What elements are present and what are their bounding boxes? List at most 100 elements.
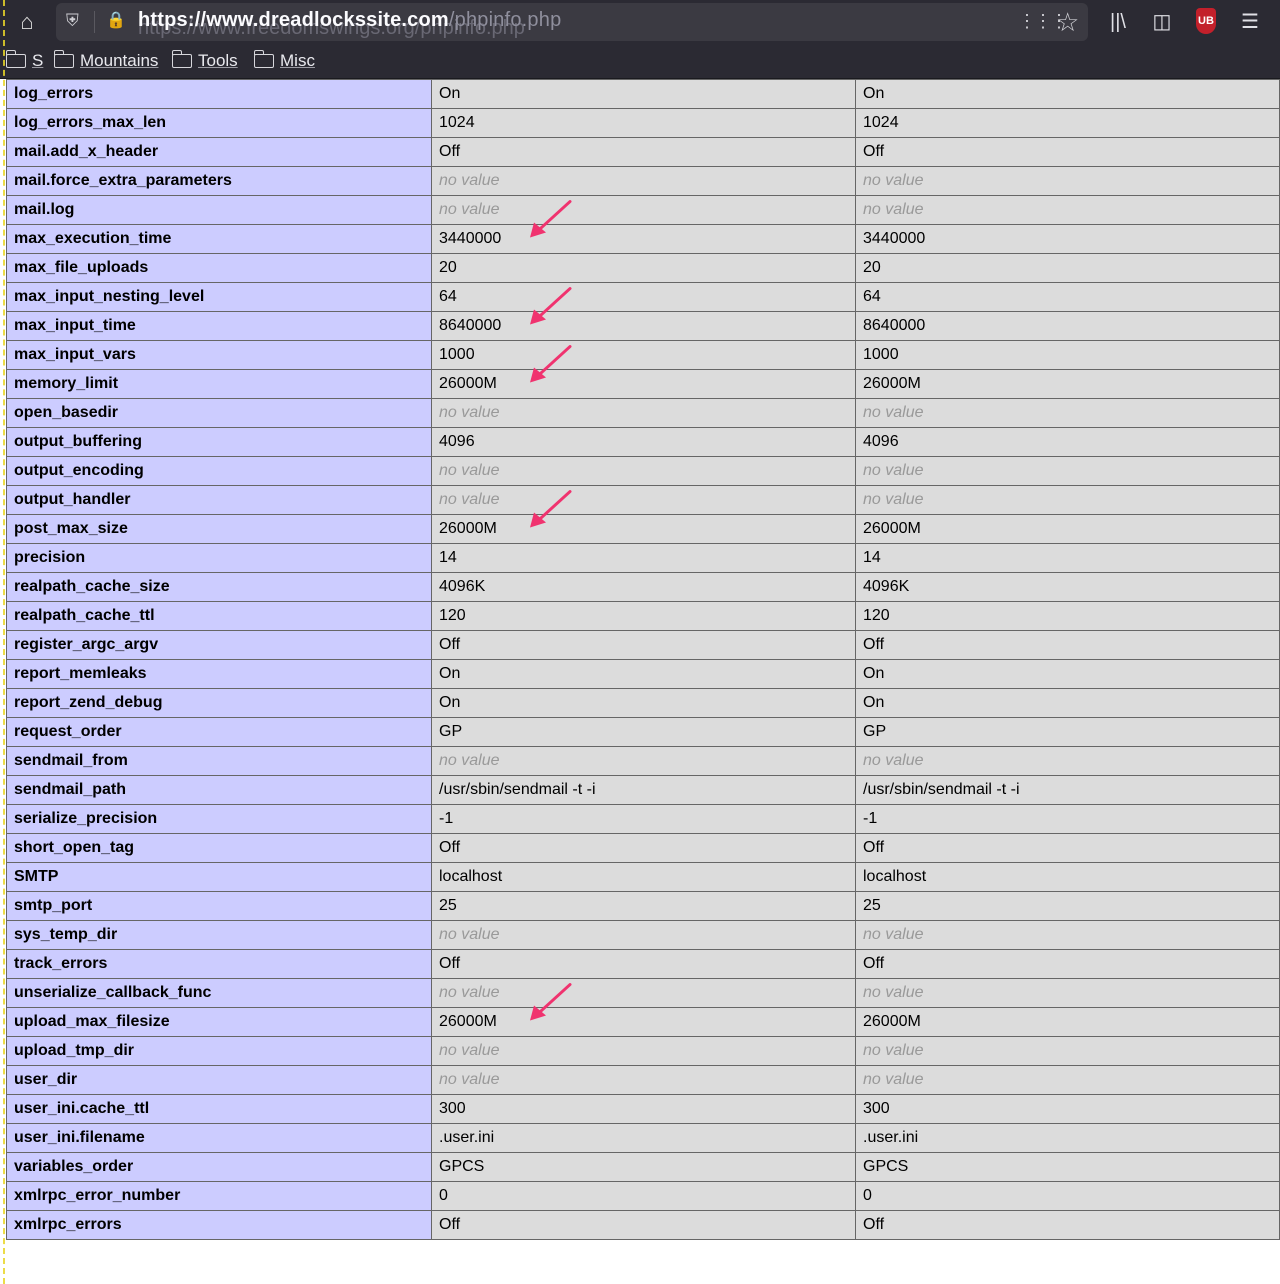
table-row: unserialize_callback_func no value no valu…: [6, 978, 1280, 1008]
master-value: localhost: [855, 862, 1280, 892]
url-text[interactable]: https://www.dreadlockssite.com/phpinfo.p…: [138, 9, 561, 32]
table-row: realpath_cache_size 4096K 4096K: [6, 572, 1280, 602]
table-row: upload_tmp_dir no value no value: [6, 1036, 1280, 1066]
bookmark-label: Tools: [198, 51, 238, 70]
directive-name: request_order: [6, 717, 432, 747]
table-row: output_encoding no value no value: [6, 456, 1280, 486]
bookmark-item[interactable]: S: [5, 50, 44, 72]
table-row: SMTP localhost localhost: [6, 862, 1280, 892]
local-value: 20: [431, 253, 856, 283]
library-icon[interactable]: ||\: [1104, 8, 1132, 36]
master-value: no value: [855, 195, 1280, 225]
url-host: https://www.dreadlockssite.com: [138, 9, 449, 31]
local-value: 0: [431, 1181, 856, 1211]
shield-icon[interactable]: ⛨: [66, 11, 84, 31]
folder-icon: [253, 50, 274, 68]
extension-icon[interactable]: UB: [1196, 8, 1216, 34]
directive-name: SMTP: [6, 862, 432, 892]
master-value: Off: [855, 137, 1280, 167]
sidebar-icon[interactable]: ◫: [1148, 8, 1176, 36]
table-row: request_order GP GP: [6, 717, 1280, 747]
directive-name: report_zend_debug: [6, 688, 432, 718]
directive-name: max_file_uploads: [6, 253, 432, 283]
bookmark-folder-misc[interactable]: Misc: [253, 50, 315, 72]
table-row: sys_temp_dir no value no value: [6, 920, 1280, 950]
master-value: Off: [855, 1210, 1280, 1240]
selection-guide: [3, 0, 5, 1284]
master-value: 26000M: [855, 1007, 1280, 1037]
address-bar[interactable]: ⛨ 🔒 https://www.freedomswings.org/phpinf…: [56, 3, 1088, 41]
master-value: no value: [855, 746, 1280, 776]
home-icon[interactable]: ⌂: [12, 8, 42, 36]
table-row: precision 14 14: [6, 543, 1280, 573]
local-value: Off: [431, 949, 856, 979]
directive-name: sys_temp_dir: [6, 920, 432, 950]
table-row: max_input_nesting_level 64 64: [6, 282, 1280, 312]
local-value: On: [431, 79, 856, 109]
bookmark-star-icon[interactable]: ☆: [1056, 7, 1079, 37]
table-row: user_ini.filename .user.ini .user.ini: [6, 1123, 1280, 1153]
master-value: 3440000: [855, 224, 1280, 254]
table-row: sendmail_from no value no value: [6, 746, 1280, 776]
master-value: On: [855, 79, 1280, 109]
master-value: no value: [855, 1065, 1280, 1095]
directive-name: xmlrpc_errors: [6, 1210, 432, 1240]
table-row: variables_order GPCS GPCS: [6, 1152, 1280, 1182]
directive-name: user_ini.filename: [6, 1123, 432, 1153]
local-value: 4096: [431, 427, 856, 457]
table-row: realpath_cache_ttl 120 120: [6, 601, 1280, 631]
bookmark-folder-mountains[interactable]: Mountains: [53, 50, 159, 72]
address-bar-divider: [94, 11, 95, 33]
master-value: /usr/sbin/sendmail -t -i: [855, 775, 1280, 805]
master-value: no value: [855, 920, 1280, 950]
table-row: sendmail_path/usr/sbin/sendmail -t -i/us…: [6, 775, 1280, 805]
bookmark-folder-tools[interactable]: Tools: [171, 50, 238, 72]
local-value: no value: [431, 456, 856, 486]
table-row: short_open_tag Off Off: [6, 833, 1280, 863]
local-value: GPCS: [431, 1152, 856, 1182]
directive-name: upload_max_filesize: [6, 1007, 432, 1037]
table-row: output_buffering 4096 4096: [6, 427, 1280, 457]
table-row: post_max_size 26000M 26000M: [6, 514, 1280, 544]
local-value: 8640000: [431, 311, 856, 341]
directive-name: xmlrpc_error_number: [6, 1181, 432, 1211]
directive-name: realpath_cache_size: [6, 572, 432, 602]
table-row: log_errors On On: [6, 79, 1280, 109]
local-value: On: [431, 659, 856, 689]
master-value: 25: [855, 891, 1280, 921]
local-value: no value: [431, 746, 856, 776]
table-row: xmlrpc_errors Off Off: [6, 1210, 1280, 1240]
local-value: no value: [431, 398, 856, 428]
local-value: 26000M: [431, 514, 856, 544]
local-value: no value: [431, 978, 856, 1008]
local-value: no value: [431, 195, 856, 225]
local-value: no value: [431, 485, 856, 515]
lock-icon[interactable]: 🔒: [106, 11, 126, 31]
directive-name: sendmail_path: [6, 775, 432, 805]
table-row: mail.add_x_header Off Off: [6, 137, 1280, 167]
directive-name: log_errors_max_len: [6, 108, 432, 138]
directive-name: open_basedir: [6, 398, 432, 428]
table-row: user_ini.cache_ttl 300 300: [6, 1094, 1280, 1124]
local-value: -1: [431, 804, 856, 834]
local-value: no value: [431, 1065, 856, 1095]
directive-name: user_dir: [6, 1065, 432, 1095]
table-row: upload_max_filesize 26000M 26000M: [6, 1007, 1280, 1037]
master-value: GPCS: [855, 1152, 1280, 1182]
local-value: Off: [431, 630, 856, 660]
master-value: 1024: [855, 108, 1280, 138]
menu-icon[interactable]: ☰: [1236, 8, 1264, 36]
table-row: max_input_vars 1000 1000: [6, 340, 1280, 370]
local-value: 1024: [431, 108, 856, 138]
local-value: 25: [431, 891, 856, 921]
master-value: 8640000: [855, 311, 1280, 341]
master-value: 4096: [855, 427, 1280, 457]
local-value: .user.ini: [431, 1123, 856, 1153]
phpinfo-directives-table: log_errors On On log_errors_max_len 1024 1024…: [6, 79, 1280, 1240]
directive-name: report_memleaks: [6, 659, 432, 689]
master-value: On: [855, 659, 1280, 689]
master-value: GP: [855, 717, 1280, 747]
bookmark-label: Mountains: [80, 51, 159, 70]
directive-name: user_ini.cache_ttl: [6, 1094, 432, 1124]
bookmark-label: S: [32, 51, 44, 70]
